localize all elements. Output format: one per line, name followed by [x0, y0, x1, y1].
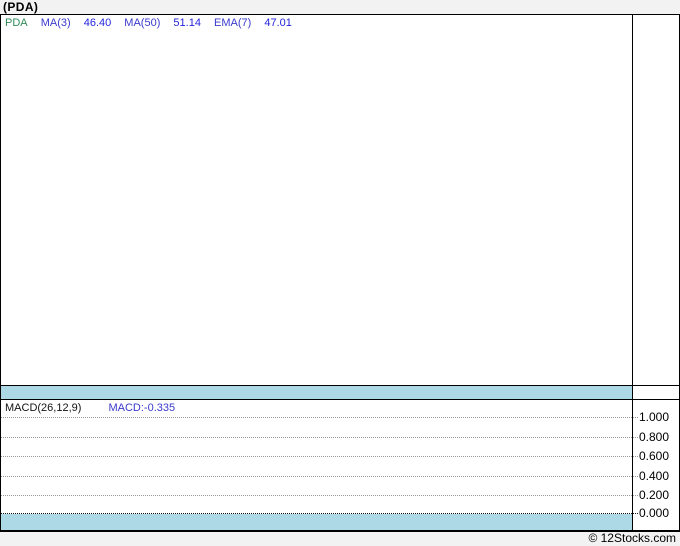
- y-axis-label: 1.000: [639, 410, 670, 424]
- ema7-label: EMA(7): [214, 17, 252, 29]
- ma3-label: MA(3): [40, 17, 71, 29]
- macd-indicator-label: MACD(26,12,9): [5, 402, 82, 414]
- credit-text: © 12Stocks.com: [588, 531, 676, 545]
- macd-gridline: [1, 437, 638, 438]
- y-axis-separator-line: [632, 15, 633, 530]
- price-panel: PDA MA(3) 46.40 MA(50) 51.14 EMA(7) 47.0…: [1, 15, 632, 385]
- date-axis-strip-upper: [1, 386, 632, 399]
- indicator-legend: PDA MA(3) 46.40 MA(50) 51.14 EMA(7) 47.0…: [5, 17, 302, 30]
- chart-frame: PDA MA(3) 46.40 MA(50) 51.14 EMA(7) 47.0…: [0, 14, 680, 532]
- macd-current-value: MACD:-0.335: [108, 402, 176, 414]
- ma50-label: MA(50): [124, 17, 161, 29]
- ma3-value: 46.40: [83, 17, 112, 29]
- footer: © 12Stocks.com: [0, 532, 680, 546]
- macd-gridline: [1, 495, 638, 496]
- y-axis-label: 0.600: [639, 449, 670, 463]
- y-axis-label: 0.000: [639, 506, 670, 520]
- symbol-label: PDA: [5, 17, 28, 29]
- y-axis-label: 0.400: [639, 469, 670, 483]
- macd-legend: MACD(26,12,9) MACD:-0.335: [5, 402, 185, 415]
- y-axis-label: 0.200: [639, 488, 670, 502]
- date-axis-strip-lower: [1, 514, 632, 530]
- ema7-value: 47.01: [264, 17, 292, 29]
- stock-chart-widget: (PDA) PDA MA(3) 46.40 MA(50) 51.14 EMA(7…: [0, 0, 680, 546]
- macd-gridline: [1, 456, 638, 457]
- ma50-value: 51.14: [173, 17, 201, 29]
- macd-gridline: [1, 476, 638, 477]
- macd-gridline: [1, 417, 638, 418]
- symbol-title: (PDA): [3, 0, 39, 14]
- y-axis-label: 0.800: [639, 430, 670, 444]
